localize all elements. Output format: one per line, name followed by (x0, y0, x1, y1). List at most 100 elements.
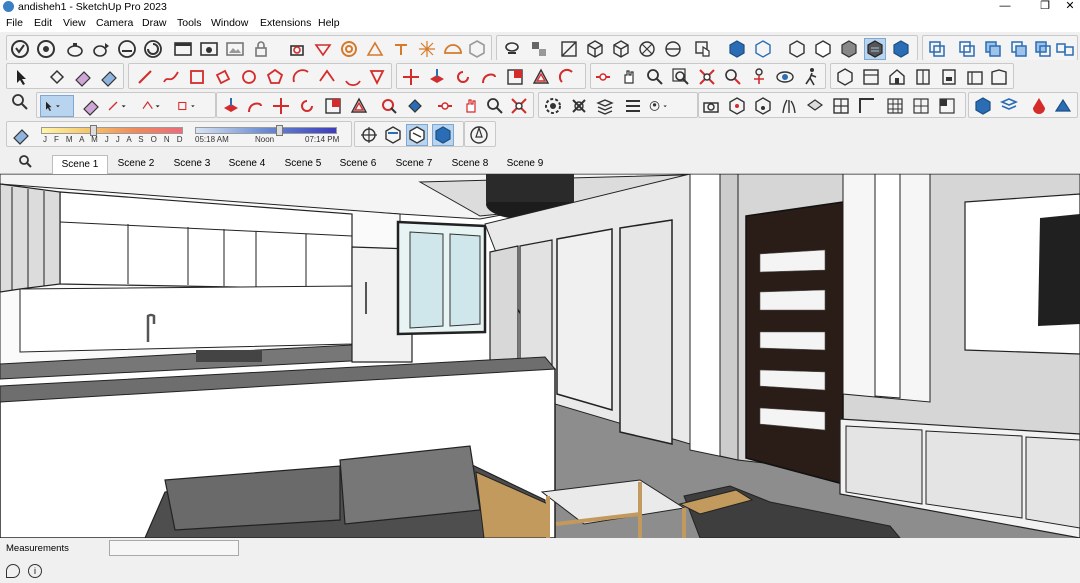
zoom-extents-2-icon[interactable] (509, 96, 529, 116)
model-info-icon[interactable] (199, 39, 219, 59)
close-button[interactable]: ✕ (1060, 0, 1080, 15)
corner-icon[interactable] (857, 96, 877, 116)
back-view-icon[interactable] (939, 67, 959, 87)
follow-me-2-icon[interactable] (245, 96, 265, 116)
front-view-icon[interactable] (637, 39, 657, 59)
zoom-2-icon[interactable] (485, 96, 505, 116)
three-point-arc-icon[interactable] (343, 67, 363, 87)
styles-icon[interactable] (623, 96, 643, 116)
tab-scene-9[interactable]: Scene 9 (499, 155, 551, 173)
box-2-icon[interactable] (753, 96, 773, 116)
scale-icon[interactable] (505, 67, 525, 87)
union-icon[interactable] (983, 39, 1003, 59)
front-house-icon[interactable] (887, 67, 907, 87)
table-grid-icon[interactable] (885, 96, 905, 116)
zoom-window-icon[interactable] (671, 67, 691, 87)
follow-me-icon[interactable] (479, 67, 499, 87)
two-point-arc-icon[interactable] (317, 67, 337, 87)
pencil-line-icon[interactable] (135, 67, 155, 87)
maximize-button[interactable]: ❐ (1030, 0, 1060, 15)
arc-tool-icon[interactable] (141, 96, 171, 116)
gear-icon[interactable] (543, 96, 563, 116)
walk-icon[interactable] (801, 67, 821, 87)
layers-2-icon[interactable] (805, 96, 825, 116)
eraser-tool-icon[interactable] (81, 96, 101, 116)
drop-pin-icon[interactable] (1029, 96, 1049, 116)
menu-help[interactable]: Help (318, 17, 340, 30)
rotate-icon[interactable] (453, 67, 473, 87)
tab-scene-3[interactable]: Scene 3 (166, 155, 218, 173)
profile-user-icon[interactable] (649, 96, 685, 116)
xray-style-icon[interactable] (727, 39, 747, 59)
top-view-icon[interactable] (611, 39, 631, 59)
date-slider[interactable] (41, 127, 183, 134)
photo-match-icon[interactable] (225, 39, 245, 59)
stack-icon[interactable] (595, 96, 615, 116)
time-slider[interactable] (195, 127, 337, 134)
pie-icon[interactable] (367, 67, 387, 87)
menu-extensions[interactable]: Extensions (260, 17, 311, 30)
grid-2-icon[interactable] (911, 96, 931, 116)
tab-scene-1[interactable]: Scene 1 (52, 155, 108, 174)
layers-icon[interactable] (927, 39, 947, 59)
camera-icon[interactable] (701, 96, 721, 116)
menu-file[interactable]: File (6, 17, 23, 30)
add-detail-icon[interactable] (467, 39, 487, 59)
info-icon[interactable]: i (28, 564, 42, 578)
window-display-icon[interactable] (173, 39, 193, 59)
grid-blue-icon[interactable] (999, 96, 1019, 116)
move-tool-icon[interactable] (401, 67, 421, 87)
position-camera-icon[interactable] (749, 67, 769, 87)
zoom-extents-icon[interactable] (697, 67, 717, 87)
back-edges-icon[interactable] (753, 39, 773, 59)
select-arrow-icon[interactable] (11, 67, 31, 87)
layout-icon[interactable] (36, 39, 56, 59)
rotated-rectangle-icon[interactable] (213, 67, 233, 87)
hidden-line-icon[interactable] (813, 39, 833, 59)
iso-view-2-icon[interactable] (835, 67, 855, 87)
menu-camera[interactable]: Camera (96, 17, 133, 30)
components-2-icon[interactable] (569, 96, 589, 116)
circle-icon[interactable] (239, 67, 259, 87)
tab-scene-8[interactable]: Scene 8 (444, 155, 496, 173)
shaded-icon[interactable] (839, 39, 859, 59)
menu-tools[interactable]: Tools (177, 17, 202, 30)
line-tool-icon[interactable] (107, 96, 137, 116)
right-view-icon[interactable] (663, 39, 683, 59)
solid-tools-icon[interactable] (957, 39, 977, 59)
top-view-2-icon[interactable] (861, 67, 881, 87)
section-fill-icon[interactable] (406, 124, 428, 146)
menu-edit[interactable]: Edit (34, 17, 52, 30)
flip-icon[interactable] (557, 67, 577, 87)
hand-pan-icon[interactable] (619, 67, 639, 87)
polygon-icon[interactable] (265, 67, 285, 87)
pointer-hand-icon[interactable] (693, 39, 713, 59)
rectangle-icon[interactable] (187, 67, 207, 87)
ruby-icon[interactable] (973, 96, 993, 116)
section-plane-icon[interactable] (559, 39, 579, 59)
section-cut-icon[interactable] (359, 125, 379, 145)
iso-view-icon[interactable] (585, 39, 605, 59)
eraser-icon[interactable] (73, 67, 93, 87)
move-2-icon[interactable] (271, 96, 291, 116)
minimize-button[interactable]: — (990, 0, 1020, 15)
smoove-icon[interactable] (391, 39, 411, 59)
trim-icon[interactable] (1033, 39, 1053, 59)
grid-3-icon[interactable] (937, 96, 957, 116)
look-around-icon[interactable] (775, 67, 795, 87)
sketchup-account-icon[interactable] (10, 39, 30, 59)
box-icon[interactable] (727, 96, 747, 116)
push-pull-2-icon[interactable] (221, 96, 241, 116)
push-pull-icon[interactable] (427, 67, 447, 87)
move-icon[interactable] (99, 67, 119, 87)
grid-icon[interactable] (831, 96, 851, 116)
right-view-2-icon[interactable] (913, 67, 933, 87)
sandbox-icon[interactable] (365, 39, 385, 59)
split-icon[interactable] (1055, 39, 1075, 59)
tab-scene-6[interactable]: Scene 6 (332, 155, 384, 173)
arc-icon[interactable] (291, 67, 311, 87)
menu-view[interactable]: View (63, 17, 86, 30)
add-location-icon[interactable] (313, 39, 333, 59)
model-viewport[interactable] (0, 174, 1080, 538)
measurements-input[interactable] (109, 540, 239, 556)
